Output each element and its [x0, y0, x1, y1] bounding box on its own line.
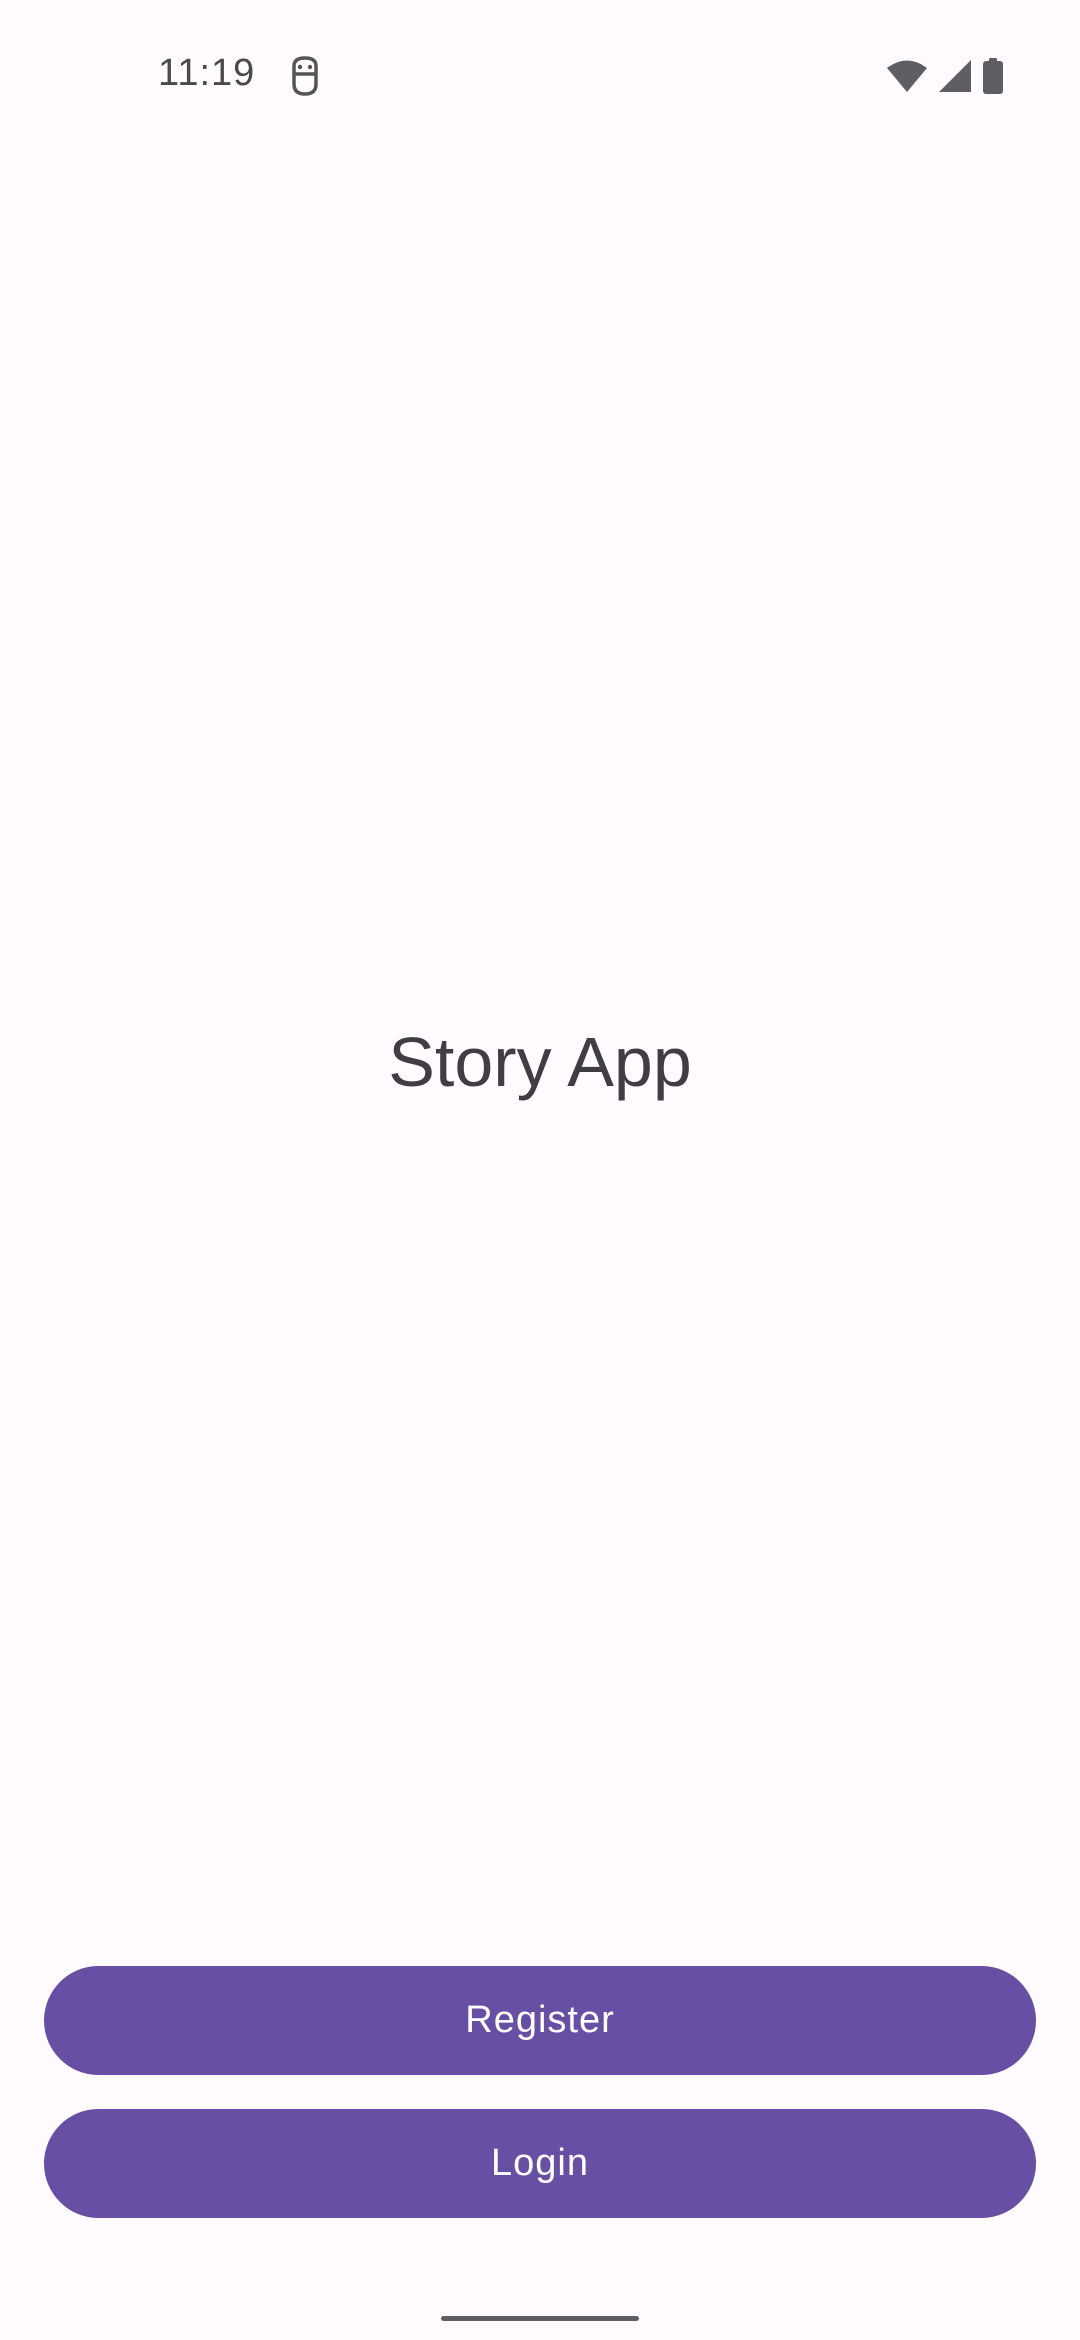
android-debug-icon — [288, 56, 322, 96]
status-icons — [886, 56, 1004, 96]
battery-icon — [982, 58, 1004, 94]
register-button[interactable]: Register — [44, 1966, 1036, 2075]
cellular-signal-icon — [938, 59, 972, 93]
status-time: 11:19 — [158, 52, 256, 94]
wifi-icon — [886, 59, 928, 93]
gesture-nav-handle[interactable] — [441, 2316, 639, 2321]
app-title: Story App — [388, 1023, 692, 1101]
status-bar: 11:19 — [0, 0, 1080, 150]
login-button[interactable]: Login — [44, 2109, 1036, 2218]
